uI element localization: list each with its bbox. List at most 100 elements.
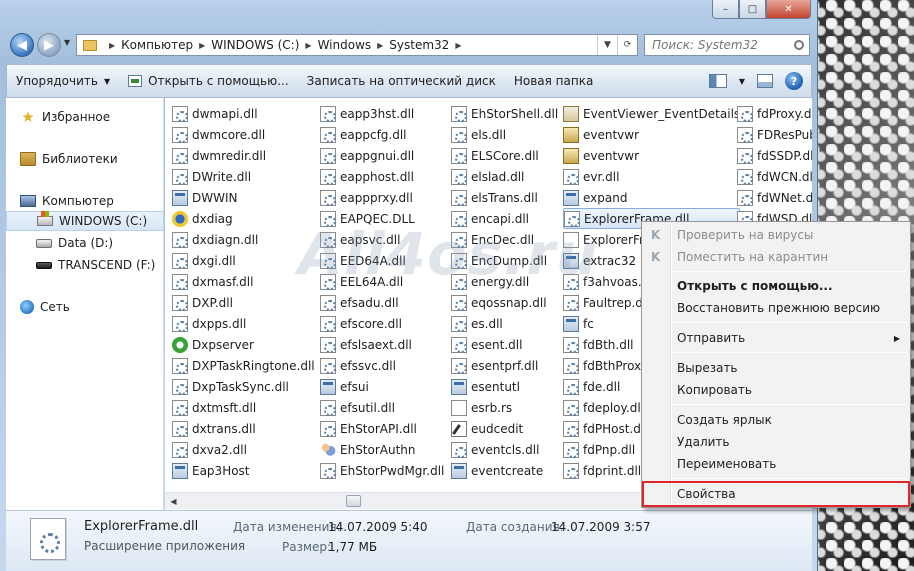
- menu-item-restore-version[interactable]: Восстановить прежнюю версию: [644, 297, 908, 319]
- address-bar[interactable]: ▶ Компьютер ▶ WINDOWS (C:) ▶ Windows ▶ S…: [76, 34, 638, 56]
- file-item[interactable]: dxpps.dll: [172, 313, 315, 334]
- menu-item-rename[interactable]: Переименовать: [644, 453, 908, 475]
- chevron-right-icon[interactable]: ▶: [109, 41, 115, 50]
- horizontal-scrollbar[interactable]: ◀: [165, 492, 640, 509]
- file-item[interactable]: eappgnui.dll: [320, 145, 444, 166]
- new-folder-button[interactable]: Новая папка: [505, 68, 602, 94]
- file-item[interactable]: dxmasf.dll: [172, 271, 315, 292]
- nav-item-computer[interactable]: Компьютер: [6, 191, 164, 211]
- file-item[interactable]: Eap3Host: [172, 460, 315, 481]
- burn-disc-button[interactable]: Записать на оптический диск: [298, 68, 505, 94]
- menu-item-send-to[interactable]: Отправить ▶: [644, 327, 908, 349]
- file-item[interactable]: evr.dll: [563, 166, 740, 187]
- scroll-left-icon[interactable]: ◀: [165, 497, 182, 506]
- file-item[interactable]: eventcls.dll: [451, 439, 558, 460]
- menu-item-cut[interactable]: Вырезать: [644, 357, 908, 379]
- file-item[interactable]: EhStorShell.dll: [451, 103, 558, 124]
- file-item[interactable]: eapsvc.dll: [320, 229, 444, 250]
- file-item[interactable]: EncDec.dll: [451, 229, 558, 250]
- file-item[interactable]: eudcedit: [451, 418, 558, 439]
- file-item[interactable]: efscore.dll: [320, 313, 444, 334]
- chevron-right-icon[interactable]: ▶: [199, 41, 205, 50]
- file-item[interactable]: eapphost.dll: [320, 166, 444, 187]
- forward-button[interactable]: ▶: [37, 33, 61, 57]
- file-item[interactable]: dxdiagn.dll: [172, 229, 315, 250]
- file-item[interactable]: DXP.dll: [172, 292, 315, 313]
- maximize-button[interactable]: □: [739, 0, 766, 19]
- nav-item-drive-c[interactable]: WINDOWS (C:): [6, 211, 164, 231]
- back-button[interactable]: ◀: [10, 33, 34, 57]
- file-item[interactable]: DWWIN: [172, 187, 315, 208]
- file-item[interactable]: EAPQEC.DLL: [320, 208, 444, 229]
- file-item[interactable]: fdWCN.dll: [737, 166, 812, 187]
- file-item[interactable]: dxtrans.dll: [172, 418, 315, 439]
- file-item[interactable]: elslad.dll: [451, 166, 558, 187]
- file-item[interactable]: expand: [563, 187, 740, 208]
- minimize-button[interactable]: –: [712, 0, 739, 19]
- file-item[interactable]: EED64A.dll: [320, 250, 444, 271]
- chevron-right-icon[interactable]: ▶: [305, 41, 311, 50]
- preview-pane-icon[interactable]: [757, 74, 773, 88]
- file-item[interactable]: EEL64A.dll: [320, 271, 444, 292]
- refresh-button[interactable]: ⟳: [617, 35, 637, 55]
- menu-item-copy[interactable]: Копировать: [644, 379, 908, 401]
- change-view-icon[interactable]: [708, 74, 727, 88]
- file-item[interactable]: eventvwr: [563, 145, 740, 166]
- address-dropdown-button[interactable]: ▼: [597, 35, 617, 55]
- file-item[interactable]: DWrite.dll: [172, 166, 315, 187]
- file-item[interactable]: esrb.rs: [451, 397, 558, 418]
- file-item[interactable]: eventvwr: [563, 124, 740, 145]
- nav-item-favorites[interactable]: ★ Избранное: [6, 107, 164, 127]
- file-item[interactable]: EhStorPwdMgr.dll: [320, 460, 444, 481]
- file-item[interactable]: fdWNet.dll: [737, 187, 812, 208]
- file-item[interactable]: es.dll: [451, 313, 558, 334]
- file-item[interactable]: eqossnap.dll: [451, 292, 558, 313]
- breadcrumb-windows[interactable]: Windows: [318, 38, 372, 52]
- search-icon[interactable]: [794, 40, 804, 50]
- breadcrumb-computer[interactable]: Компьютер: [121, 38, 193, 52]
- file-item[interactable]: eappcfg.dll: [320, 124, 444, 145]
- open-with-button[interactable]: Открыть с помощью...: [119, 68, 298, 94]
- organize-button[interactable]: Упорядочить ▼: [7, 68, 119, 94]
- file-item[interactable]: fdSSDP.dll: [737, 145, 812, 166]
- file-item[interactable]: eappprxy.dll: [320, 187, 444, 208]
- search-input[interactable]: [652, 38, 782, 52]
- file-item[interactable]: dxva2.dll: [172, 439, 315, 460]
- menu-item-scan-virus[interactable]: K Проверить на вирусы: [644, 224, 908, 246]
- file-item[interactable]: EncDump.dll: [451, 250, 558, 271]
- file-item[interactable]: efsutil.dll: [320, 397, 444, 418]
- chevron-right-icon[interactable]: ▶: [455, 41, 461, 50]
- file-item[interactable]: Dxpserver: [172, 334, 315, 355]
- chevron-down-icon[interactable]: ▼: [739, 77, 745, 86]
- breadcrumb-drive-c[interactable]: WINDOWS (C:): [211, 38, 299, 52]
- file-item[interactable]: dxdiag: [172, 208, 315, 229]
- file-item[interactable]: dwmredir.dll: [172, 145, 315, 166]
- file-item[interactable]: EventViewer_EventDetails: [563, 103, 740, 124]
- scrollbar-thumb[interactable]: [346, 495, 361, 507]
- file-item[interactable]: esentprf.dll: [451, 355, 558, 376]
- file-item[interactable]: dxtmsft.dll: [172, 397, 315, 418]
- menu-item-create-shortcut[interactable]: Создать ярлык: [644, 409, 908, 431]
- help-icon[interactable]: ?: [785, 72, 803, 90]
- file-item[interactable]: eventcreate: [451, 460, 558, 481]
- file-item[interactable]: dwmcore.dll: [172, 124, 315, 145]
- nav-item-network[interactable]: Сеть: [6, 297, 164, 317]
- file-item[interactable]: efsadu.dll: [320, 292, 444, 313]
- nav-item-drive-d[interactable]: Data (D:): [6, 233, 164, 253]
- search-box[interactable]: [644, 34, 810, 56]
- file-item[interactable]: ELSCore.dll: [451, 145, 558, 166]
- breadcrumb-system32[interactable]: System32: [389, 38, 449, 52]
- file-item[interactable]: els.dll: [451, 124, 558, 145]
- file-item[interactable]: encapi.dll: [451, 208, 558, 229]
- file-item[interactable]: efssvc.dll: [320, 355, 444, 376]
- file-item[interactable]: fdProxy.dll: [737, 103, 812, 124]
- menu-item-open-with[interactable]: Открыть с помощью...: [644, 275, 908, 297]
- menu-item-quarantine[interactable]: K Поместить на карантин: [644, 246, 908, 268]
- recent-pages-dropdown[interactable]: ▼: [64, 38, 70, 47]
- file-item[interactable]: EhStorAuthn: [320, 439, 444, 460]
- file-item[interactable]: energy.dll: [451, 271, 558, 292]
- file-item[interactable]: FDResPub.d: [737, 124, 812, 145]
- file-item[interactable]: esentutl: [451, 376, 558, 397]
- file-item[interactable]: efsui: [320, 376, 444, 397]
- file-item[interactable]: efslsaext.dll: [320, 334, 444, 355]
